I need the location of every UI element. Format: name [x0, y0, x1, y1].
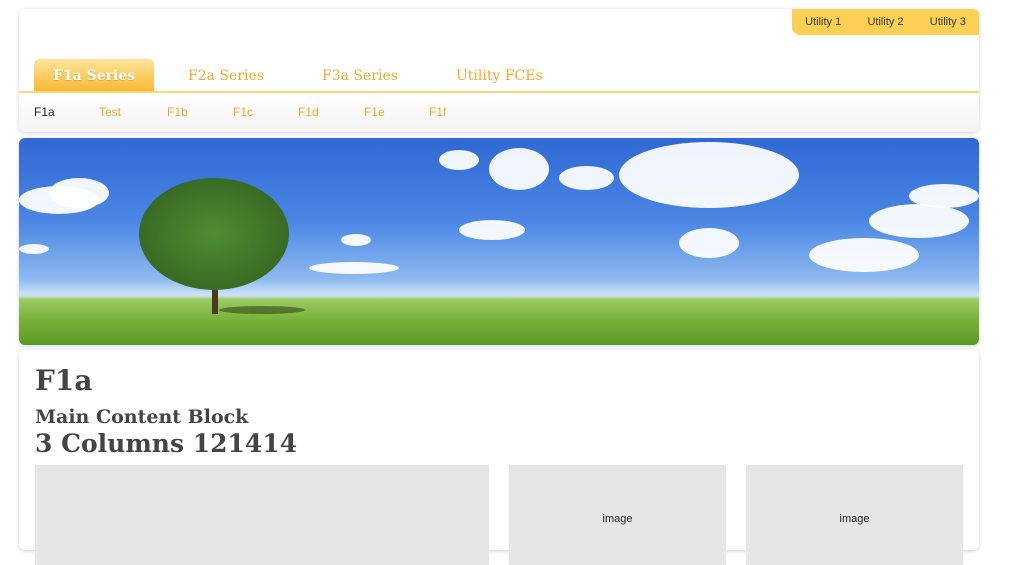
subnav-item-f1b[interactable]: F1b — [167, 105, 188, 119]
section-subtitle: Main Content Block — [35, 406, 249, 428]
subnav-item-f1d[interactable]: F1d — [298, 105, 319, 119]
subnav-item-f1c[interactable]: F1c — [233, 105, 253, 119]
main-content-block: F1a Main Content Block 3 Columns 121414 … — [19, 350, 979, 565]
subnav-item-f1e[interactable]: F1e — [364, 105, 385, 119]
page-title: F1a — [35, 364, 93, 397]
subnav-item-f1f[interactable]: F1f — [429, 105, 446, 119]
tab-utility-fces[interactable]: Utility FCEs — [456, 59, 543, 91]
cloud-shape — [869, 204, 969, 238]
main-tabs: F1a Series F2a Series F3a Series Utility… — [34, 59, 979, 92]
subnav-item-test[interactable]: Test — [99, 105, 121, 119]
site-header: Utility 1 Utility 2 Utility 3 F1a Series… — [19, 9, 979, 132]
cloud-shape — [309, 262, 399, 274]
column-1-placeholder — [35, 465, 489, 565]
cloud-shape — [679, 228, 739, 258]
cloud-shape — [809, 238, 919, 272]
tree-canopy — [139, 178, 289, 290]
tab-f2a-series[interactable]: F2a Series — [188, 59, 264, 91]
cloud-shape — [459, 220, 525, 240]
column-3-image-placeholder: image — [746, 465, 963, 565]
cloud-shape — [619, 142, 799, 208]
tab-f3a-series[interactable]: F3a Series — [322, 59, 398, 91]
utility-link-3[interactable]: Utility 3 — [930, 16, 966, 28]
tab-f1a-series[interactable]: F1a Series — [34, 59, 155, 91]
image-label: image — [602, 513, 633, 525]
cloud-shape — [341, 234, 371, 246]
subnav-item-f1a[interactable]: F1a — [34, 105, 55, 119]
cloud-shape — [909, 184, 979, 208]
cloud-shape — [439, 150, 479, 170]
cloud-shape — [559, 166, 614, 190]
utility-link-2[interactable]: Utility 2 — [867, 16, 903, 28]
columns-heading: 3 Columns 121414 — [35, 429, 298, 458]
image-label: image — [839, 513, 870, 525]
utility-nav: Utility 1 Utility 2 Utility 3 — [792, 9, 979, 35]
cloud-shape — [49, 178, 109, 208]
cloud-shape — [19, 244, 49, 254]
column-2-image-placeholder: image — [509, 465, 726, 565]
cloud-shape — [489, 148, 549, 190]
hero-banner-image — [19, 138, 979, 345]
utility-link-1[interactable]: Utility 1 — [805, 16, 841, 28]
sub-nav: F1a Test F1b F1c F1d F1e F1f — [19, 93, 979, 132]
tree-shadow — [219, 306, 305, 314]
